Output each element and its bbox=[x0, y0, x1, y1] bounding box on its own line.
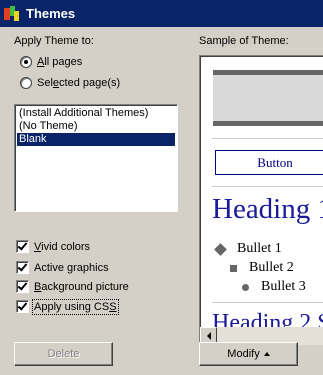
apply-theme-label: Apply Theme to: bbox=[14, 35, 94, 47]
checkbox[interactable] bbox=[16, 300, 29, 313]
banner-bottom-border bbox=[213, 121, 323, 126]
checkbox-apply-css-label: Apply using CSS bbox=[32, 298, 119, 315]
delete-button[interactable]: Delete bbox=[14, 342, 113, 366]
diamond-bullet-icon bbox=[214, 242, 227, 256]
checkbox-apply-css[interactable]: Apply using CSS bbox=[16, 298, 119, 315]
checkbox[interactable] bbox=[16, 280, 29, 293]
arrow-up-icon bbox=[263, 352, 270, 356]
radio-all-pages[interactable]: All pages bbox=[20, 56, 82, 68]
square-bullet-icon bbox=[230, 264, 237, 272]
checkbox[interactable] bbox=[16, 240, 29, 253]
sample-bullet-3: Bullet 3 bbox=[242, 279, 306, 295]
checkbox-background-picture[interactable]: Background picture bbox=[16, 280, 129, 293]
sample-bullet-1: Bullet 1 bbox=[214, 241, 282, 257]
checkbox[interactable] bbox=[16, 261, 29, 274]
divider bbox=[212, 186, 323, 187]
checkbox-background-picture-label: Background picture bbox=[34, 280, 129, 293]
sample-heading-1: Heading 1 bbox=[212, 193, 323, 225]
sample-bullet-2: Bullet 2 bbox=[230, 260, 294, 276]
divider bbox=[212, 138, 323, 139]
theme-listbox[interactable]: (Install Additional Themes) (No Theme) B… bbox=[14, 104, 178, 212]
list-item-selected[interactable]: Blank bbox=[17, 133, 175, 146]
radio-selected-pages[interactable]: Selected page(s) bbox=[20, 77, 120, 89]
checkbox-vivid-colors-label: Vivid colors bbox=[34, 240, 91, 253]
radio-selected-pages-label: Selected page(s) bbox=[37, 77, 121, 89]
title-bar: Themes bbox=[0, 0, 323, 27]
radio-button[interactable] bbox=[20, 77, 32, 89]
sample-label: Sample of Theme: bbox=[199, 35, 289, 47]
radio-all-pages-label: All pages bbox=[37, 56, 83, 68]
checkbox-active-graphics-label: Active graphics bbox=[34, 261, 109, 274]
checkbox-active-graphics[interactable]: Active graphics bbox=[16, 261, 109, 274]
dot-bullet-icon bbox=[242, 283, 249, 291]
list-item[interactable]: (No Theme) bbox=[17, 120, 175, 133]
list-item[interactable]: (Install Additional Themes) bbox=[17, 107, 175, 120]
window-title: Themes bbox=[26, 6, 76, 21]
theme-preview: Button Heading 1 Bullet 1 Bullet 2 Bulle… bbox=[199, 55, 323, 345]
checkbox-vivid-colors[interactable]: Vivid colors bbox=[16, 240, 90, 253]
frontpage-logo-icon bbox=[4, 5, 20, 22]
sample-button: Button bbox=[215, 150, 323, 175]
divider bbox=[212, 302, 323, 303]
arrow-left-icon bbox=[206, 331, 211, 340]
modify-button[interactable]: Modify bbox=[199, 342, 298, 366]
radio-button[interactable] bbox=[20, 56, 32, 68]
banner-placeholder bbox=[213, 75, 323, 121]
